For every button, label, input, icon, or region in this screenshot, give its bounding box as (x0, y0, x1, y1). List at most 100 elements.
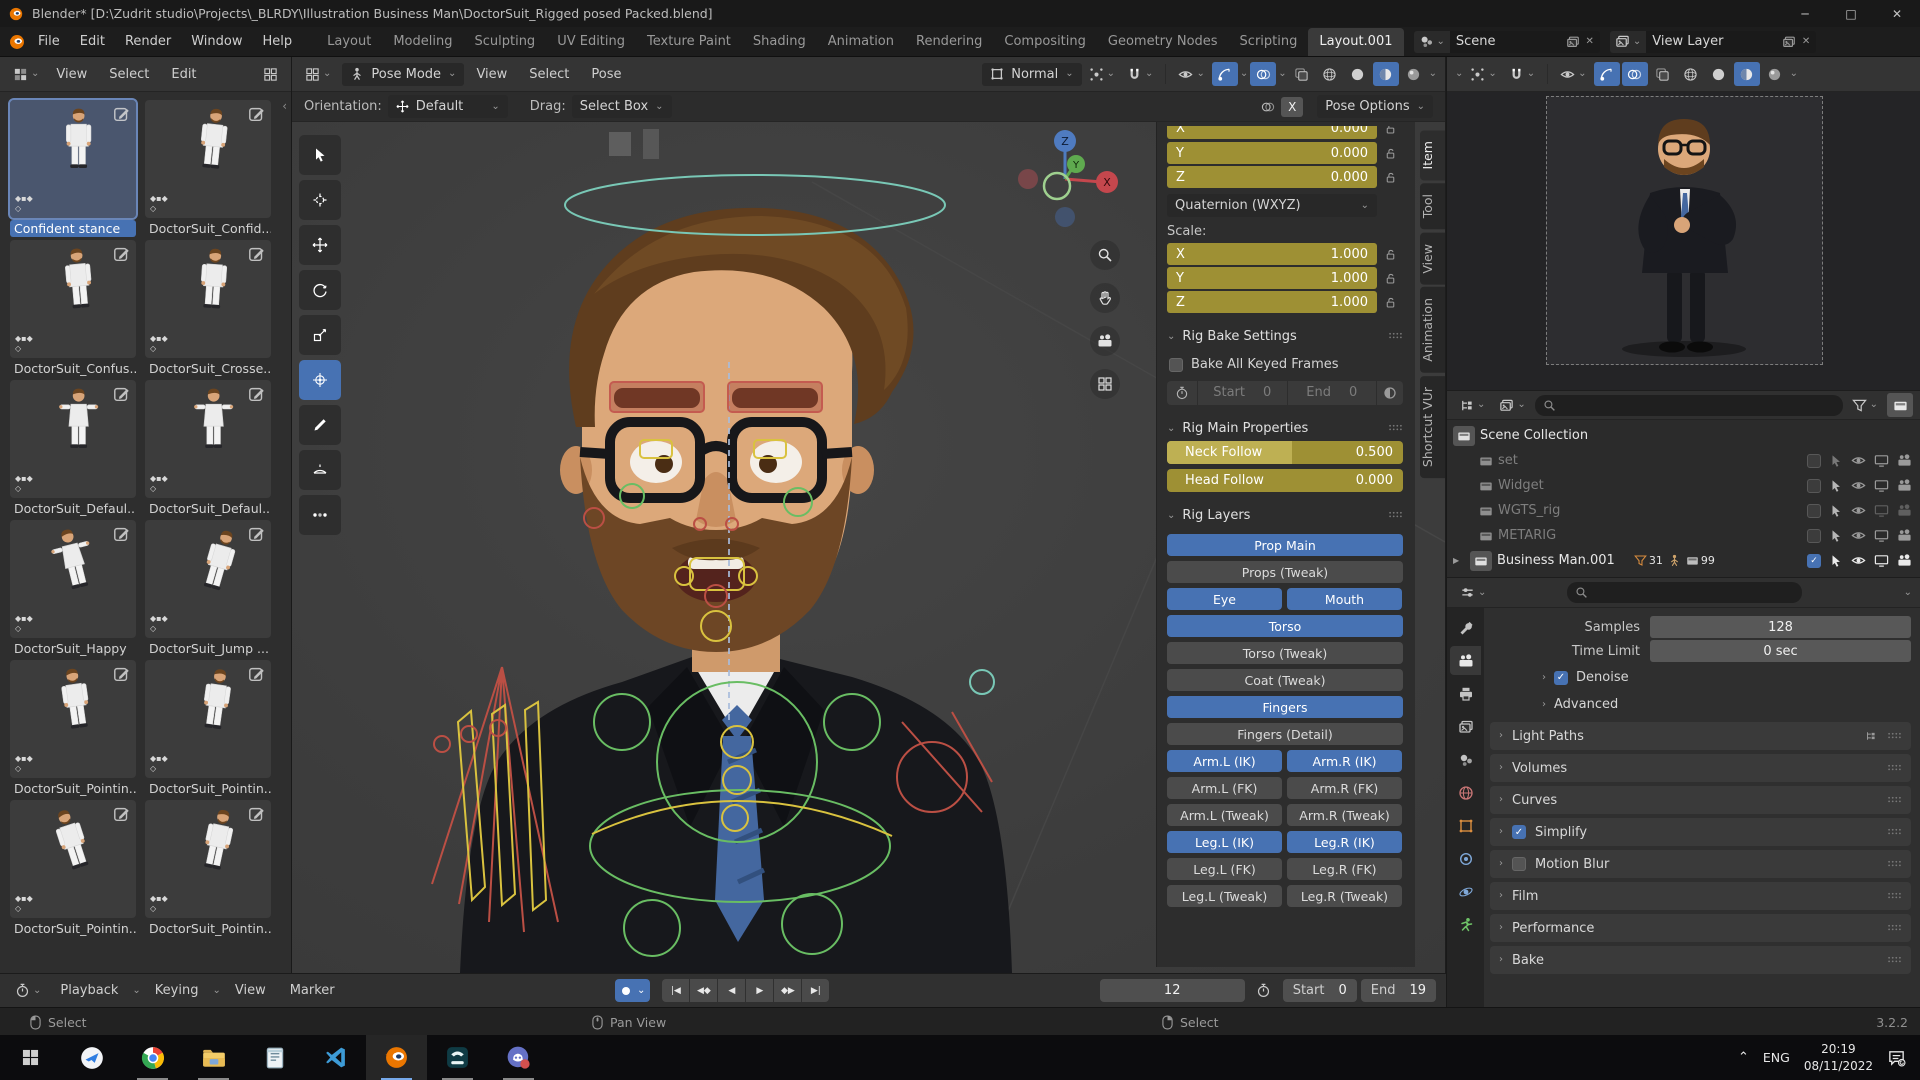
viewport-3d[interactable]: ⌄ Pose Mode ⌄ View Select Pose Normal ⌄ … (292, 57, 1445, 973)
move-tool[interactable] (299, 225, 341, 265)
taskbar-app-chrome[interactable] (122, 1035, 183, 1080)
outliner-row-metarig[interactable]: METARIG (1453, 523, 1920, 548)
tab-shading[interactable]: Shading (742, 28, 817, 56)
play-button[interactable]: ▶ (746, 979, 773, 1002)
rig-layer-button[interactable]: Leg.L (Tweak) (1167, 885, 1282, 907)
timeline-menu-view[interactable]: View (225, 979, 276, 1002)
menu-render[interactable]: Render (115, 30, 181, 53)
rig-layer-button[interactable]: Arm.R (FK) (1287, 777, 1402, 799)
visibility-dropdown[interactable]: ⌄ (1173, 64, 1209, 85)
rig-layer-button[interactable]: Fingers (Detail) (1167, 723, 1403, 745)
shading-rendered-button[interactable] (1762, 62, 1788, 86)
lock-icon[interactable] (1384, 248, 1397, 261)
tab-geometry-nodes[interactable]: Geometry Nodes (1097, 28, 1229, 56)
maximize-icon[interactable]: □ (1828, 0, 1874, 27)
edit-pose-icon[interactable] (113, 245, 131, 263)
selectable-arrow-icon[interactable] (1829, 554, 1843, 568)
viewport-camera-preview[interactable]: ⌄ ⌄ ⌄ ⌄ (1446, 57, 1920, 390)
edit-pose-icon[interactable] (248, 665, 266, 683)
rig-layer-button[interactable]: Leg.L (FK) (1167, 858, 1282, 880)
editor-type-button[interactable]: ⌄ (10, 980, 46, 1001)
outliner-display-mode[interactable]: ⌄ (1454, 395, 1490, 416)
tab-output-properties[interactable] (1450, 679, 1481, 708)
grip-icon[interactable] (1887, 764, 1902, 773)
menu-help[interactable]: Help (253, 30, 303, 53)
tab-item[interactable]: Item (1420, 130, 1445, 180)
scene-name[interactable]: Scene (1456, 34, 1560, 49)
selectable-arrow-icon[interactable] (1829, 504, 1843, 518)
pose-asset[interactable]: ◆▪◆◇ DoctorSuit_Pointin... (145, 800, 271, 937)
pivot-point-dropdown[interactable]: ⌄ (1084, 64, 1120, 85)
disable-render-camera-icon[interactable] (1897, 453, 1912, 468)
tab-animation[interactable]: Animation (1420, 287, 1445, 373)
camera-preview-canvas[interactable] (1447, 92, 1920, 390)
pose-asset-label[interactable]: DoctorSuit_Jump ... (145, 640, 271, 657)
rig-layer-button[interactable]: Arm.L (Tweak) (1167, 804, 1282, 826)
pose-asset[interactable]: ◆▪◆◇ DoctorSuit_Pointin... (10, 800, 136, 937)
auto-keying-button[interactable]: ⌄ (615, 979, 650, 1002)
rig-layer-button[interactable]: Props (Tweak) (1167, 561, 1403, 583)
next-keyframe-button[interactable]: ◆▶ (774, 979, 801, 1002)
edit-pose-icon[interactable] (248, 805, 266, 823)
jump-to-end-button[interactable]: ▶| (802, 979, 829, 1002)
section-film[interactable]: › Film (1490, 882, 1911, 910)
pose-asset[interactable]: ◆▪◆◇ DoctorSuit_Jump ... (145, 520, 271, 657)
xray-toggle[interactable] (1289, 62, 1315, 86)
chevron-down-icon[interactable]: ⌄ (1790, 69, 1798, 79)
tab-scene-properties[interactable] (1450, 745, 1481, 774)
edit-pose-icon[interactable] (248, 245, 266, 263)
shading-solid-button[interactable] (1706, 62, 1732, 86)
denoise-row[interactable]: › ✓ Denoise (1542, 664, 1911, 691)
menu-window[interactable]: Window (181, 30, 252, 53)
pose-asset-label[interactable]: DoctorSuit_Confid... (145, 220, 271, 237)
expand-icon[interactable]: ▶ (1453, 557, 1465, 565)
pose-asset[interactable]: ◆▪◆◇ DoctorSuit_Pointin... (10, 660, 136, 797)
tab-tool[interactable]: Tool (1420, 183, 1445, 229)
tab-constraint-properties[interactable] (1450, 844, 1481, 873)
timer-button[interactable] (1167, 381, 1197, 405)
lock-icon[interactable] (1384, 272, 1397, 285)
rotation-y-field[interactable]: Y0.000 (1167, 142, 1377, 164)
gizmos-toggle[interactable] (1212, 62, 1238, 86)
snap-toggle[interactable]: ⌄ (1122, 64, 1158, 85)
collection-checkbox[interactable] (1807, 504, 1821, 518)
tab-physics-properties[interactable] (1450, 877, 1481, 906)
disable-viewport-monitor-icon[interactable] (1874, 503, 1889, 518)
shading-solid-button[interactable] (1345, 62, 1371, 86)
measure-tool[interactable] (299, 450, 341, 490)
shading-wireframe-button[interactable] (1317, 62, 1343, 86)
outliner-filter-dropdown[interactable]: ⌄ (1847, 395, 1883, 416)
rig-layer-button[interactable]: Prop Main (1167, 534, 1403, 556)
pose-asset-label[interactable]: Confident stance (10, 220, 136, 237)
disable-render-camera-icon[interactable] (1897, 553, 1912, 568)
navigation-gizmo[interactable]: Z X Y (1010, 124, 1120, 234)
outliner-row-widget[interactable]: Widget (1453, 473, 1920, 498)
pose-asset[interactable]: ◆▪◆◇ DoctorSuit_Pointin... (145, 660, 271, 797)
new-collection-button[interactable] (1887, 393, 1913, 417)
asset-menu-select[interactable]: Select (99, 63, 159, 86)
scale-z-field[interactable]: Z1.000 (1167, 291, 1377, 313)
chevron-down-icon[interactable]: ⌄ (1278, 69, 1286, 79)
pose-asset[interactable]: ◆▪◆◇ DoctorSuit_Confid... (145, 100, 271, 237)
pose-asset[interactable]: ◆▪◆◇ DoctorSuit_Defaul... (10, 380, 136, 517)
select-box-tool[interactable] (299, 135, 341, 175)
tab-render-properties[interactable] (1450, 646, 1481, 675)
gizmos-toggle[interactable] (1594, 62, 1620, 86)
rig-layer-button[interactable]: Leg.L (IK) (1167, 831, 1282, 853)
tab-tool-properties[interactable] (1450, 613, 1481, 642)
section-performance[interactable]: › Performance (1490, 914, 1911, 942)
edit-pose-icon[interactable] (248, 385, 266, 403)
tab-shortcut-vur[interactable]: Shortcut VUr (1420, 376, 1445, 478)
section-simplify[interactable]: › ✓ Simplify (1490, 818, 1911, 846)
tab-layout-001[interactable]: Layout.001 (1308, 28, 1403, 56)
hide-eye-icon[interactable] (1851, 453, 1866, 468)
checkbox-unchecked[interactable] (1169, 358, 1183, 372)
grip-icon[interactable] (1887, 732, 1902, 741)
taskbar-app-vscode[interactable] (305, 1035, 366, 1080)
bake-all-keyed-frames-row[interactable]: Bake All Keyed Frames (1169, 352, 1403, 377)
rig-layers-header[interactable]: ⌄ Rig Layers (1167, 503, 1403, 528)
taskbar-clock[interactable]: 20:19 08/11/2022 (1804, 1041, 1873, 1073)
taskbar-app-blender[interactable] (366, 1035, 427, 1080)
viewport-canvas[interactable]: Z X Y X0.000 (292, 122, 1445, 973)
disable-viewport-monitor-icon[interactable] (1874, 453, 1889, 468)
